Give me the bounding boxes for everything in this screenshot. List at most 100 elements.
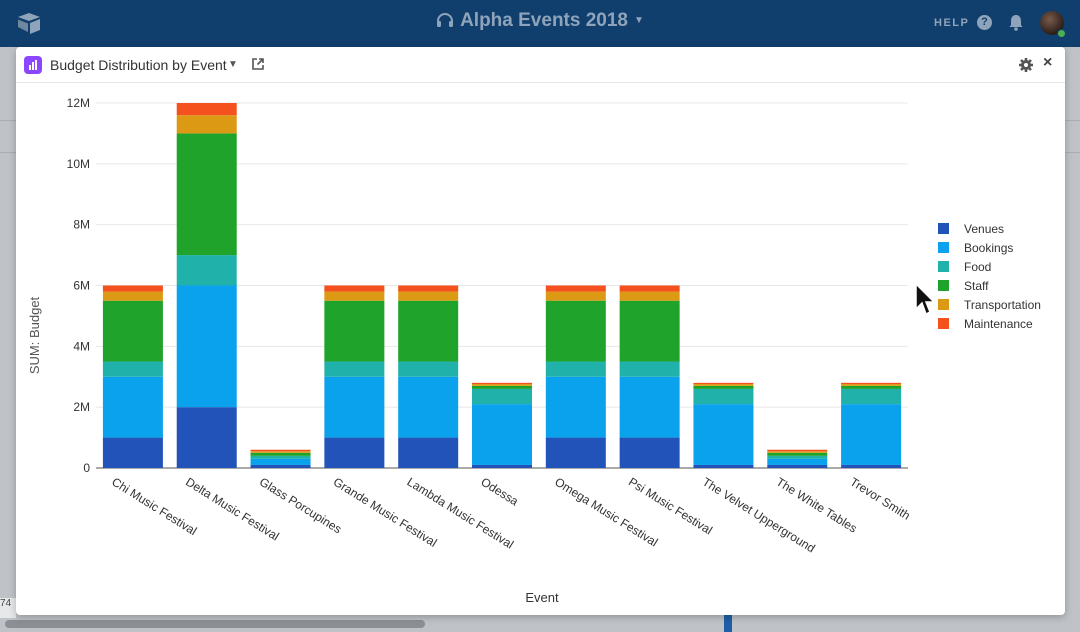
bar-segment-bookings (250, 458, 311, 465)
legend-swatch-staff (938, 280, 949, 291)
headphones-icon (437, 13, 454, 27)
legend-swatch-transportation (938, 299, 949, 310)
bar-segment-food (472, 388, 532, 405)
bar-segment-maintenance (841, 382, 902, 385)
bar-segment-bookings (324, 376, 385, 438)
bar-segment-food (176, 255, 237, 286)
background-selection-strip (724, 614, 732, 632)
online-status-dot (1057, 29, 1066, 38)
bar-segment-maintenance (250, 449, 311, 452)
bar-segment-bookings (545, 376, 606, 438)
bar-segment-maintenance (398, 285, 459, 292)
y-axis-title: SUM: Budget (27, 296, 42, 374)
bar-segment-transportation (176, 115, 237, 134)
bar-segment-staff (619, 300, 680, 362)
bar-segment-transportation (841, 384, 902, 386)
x-axis-title: Event (525, 590, 559, 605)
bar-segment-food (841, 388, 902, 405)
bar-segment-transportation (767, 451, 828, 453)
legend-label: Transportation (964, 298, 1041, 312)
bar-segment-staff (767, 452, 828, 456)
bar-segment-venues (176, 407, 237, 468)
bar-segment-maintenance (545, 285, 606, 292)
bar-segment-maintenance (176, 103, 237, 116)
bar-segment-maintenance (619, 285, 680, 292)
bar-segment-venues (619, 437, 680, 468)
legend-label: Maintenance (964, 317, 1033, 331)
bar-segment-bookings (102, 376, 163, 438)
bar-segment-maintenance (767, 449, 828, 452)
bar-segment-venues (250, 464, 311, 468)
bar-segment-food (619, 361, 680, 377)
bell-icon[interactable] (1008, 14, 1024, 31)
bar-segment-staff (324, 300, 385, 362)
bar-segment-bookings (693, 404, 754, 465)
bar-segment-staff (841, 385, 902, 389)
bar-segment-transportation (619, 291, 680, 301)
bar-segment-staff (693, 385, 754, 389)
bar-segment-venues (102, 437, 163, 468)
bar-segment-venues (545, 437, 606, 468)
bar-segment-staff (176, 133, 237, 256)
bar-segment-maintenance (693, 382, 754, 385)
bar-segment-bookings (619, 376, 680, 438)
bar-segment-food (250, 455, 311, 459)
bar-segment-bookings (472, 404, 532, 465)
bar-segment-transportation (545, 291, 606, 301)
y-tick-label: 4M (73, 339, 90, 353)
bar-segment-staff (545, 300, 606, 362)
bar-segment-bookings (767, 458, 828, 465)
bar-segment-venues (398, 437, 459, 468)
y-tick-label: 12M (67, 96, 90, 110)
legend-label: Food (964, 260, 991, 274)
legend-swatch-venues (938, 223, 949, 234)
bar-segment-venues (472, 464, 532, 468)
legend-label: Bookings (964, 241, 1013, 255)
x-tick-label: Trevor Smith (848, 475, 913, 523)
bar-segment-transportation (250, 451, 311, 453)
x-tick-label: Odessa (478, 475, 521, 509)
bar-segment-venues (324, 437, 385, 468)
legend-swatch-bookings (938, 242, 949, 253)
chart-block-panel: Budget Distribution by Event ▼ × 0 2M 4M 6M… (16, 47, 1065, 615)
bar-segment-transportation (102, 291, 163, 301)
y-tick-label: 6M (73, 279, 90, 293)
legend-label: Venues (964, 222, 1004, 236)
legend-swatch-food (938, 261, 949, 272)
bar-segment-staff (250, 452, 311, 456)
bar-segment-bookings (841, 404, 902, 465)
bar-segment-transportation (693, 384, 754, 386)
bar-segment-maintenance (472, 382, 532, 385)
chevron-down-icon[interactable]: ▼ (634, 15, 644, 26)
top-bar: Alpha Events 2018 ▼ HELP ? (0, 0, 1080, 47)
bar-segment-transportation (398, 291, 459, 301)
bar-segment-staff (102, 300, 163, 362)
bar-segment-food (324, 361, 385, 377)
bar-segment-food (398, 361, 459, 377)
help-icon[interactable]: ? (977, 15, 992, 30)
y-tick-label: 0 (83, 461, 90, 475)
horizontal-scrollbar[interactable] (5, 620, 425, 628)
bar-segment-staff (472, 385, 532, 389)
bar-segment-maintenance (324, 285, 385, 292)
bar-segment-food (545, 361, 606, 377)
bar-segment-food (693, 388, 754, 405)
bar-segment-venues (767, 464, 828, 468)
bar-segment-food (102, 361, 163, 377)
y-tick-label: 10M (67, 157, 90, 171)
stacked-bar-chart: 02M4M6M8M10M12MChi Music FestivalDelta M… (27, 96, 1041, 605)
legend-swatch-maintenance (938, 318, 949, 329)
bar-segment-venues (841, 464, 902, 468)
legend-label: Staff (964, 279, 989, 293)
bar-segment-transportation (324, 291, 385, 301)
bar-segment-food (767, 455, 828, 459)
bar-segment-bookings (176, 285, 237, 408)
bar-segment-staff (398, 300, 459, 362)
y-tick-label: 8M (73, 218, 90, 232)
y-tick-label: 2M (73, 400, 90, 414)
bar-segment-maintenance (102, 285, 163, 292)
background-cell: 74 (0, 598, 16, 618)
bar-segment-transportation (472, 384, 532, 386)
help-link[interactable]: HELP (934, 17, 969, 29)
base-name[interactable]: Alpha Events 2018 ▼ (0, 10, 1080, 32)
